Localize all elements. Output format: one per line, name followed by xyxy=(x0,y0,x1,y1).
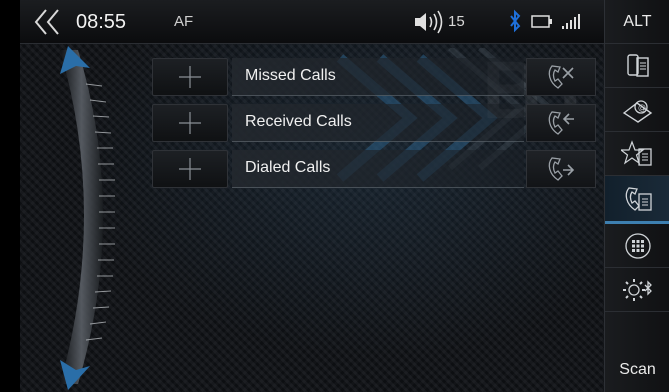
scroll-wheel[interactable] xyxy=(20,44,140,392)
volume-level: 15 xyxy=(448,13,465,30)
received-calls-item[interactable]: Received Calls xyxy=(232,104,524,142)
speaker-icon xyxy=(415,10,443,34)
add-button[interactable] xyxy=(152,104,228,142)
volume-indicator xyxy=(412,0,452,44)
dialed-call-phone-icon xyxy=(548,157,575,181)
sidebar-item-bt-settings[interactable] xyxy=(605,268,669,312)
contacts-book-icon: @ xyxy=(622,99,652,123)
call-lists-icon xyxy=(625,186,652,211)
signal-bars-icon xyxy=(562,14,580,29)
keypad-icon xyxy=(624,232,651,259)
bluetooth-status xyxy=(508,0,522,44)
dialed-calls-item[interactable]: Dialed Calls xyxy=(232,150,524,188)
add-button[interactable] xyxy=(152,58,228,96)
bluetooth-settings-icon xyxy=(622,278,652,301)
add-button[interactable] xyxy=(152,150,228,188)
scan-button[interactable]: Scan xyxy=(605,348,669,392)
missed-calls-icon-button[interactable] xyxy=(526,58,596,96)
alt-button[interactable]: ALT xyxy=(605,0,669,44)
sidebar-item-favorites[interactable] xyxy=(605,132,669,176)
sidebar-item-call-lists[interactable] xyxy=(605,176,669,224)
sidebar-item-keypad[interactable] xyxy=(605,224,669,268)
list-item-label: Dialed Calls xyxy=(245,159,331,176)
signal-status xyxy=(560,0,586,44)
plus-icon xyxy=(179,66,201,88)
svg-text:@: @ xyxy=(638,103,646,112)
list-item-label: Missed Calls xyxy=(245,67,336,84)
back-button[interactable] xyxy=(32,0,66,44)
status-bar: 08:55 AF 15 xyxy=(20,0,604,44)
clock: 08:55 xyxy=(76,11,127,33)
phone-to-device-icon xyxy=(626,53,649,77)
bluetooth-icon xyxy=(510,9,521,33)
battery-icon xyxy=(531,15,552,28)
battery-status xyxy=(530,0,554,44)
list-item-label: Received Calls xyxy=(245,113,352,130)
scan-label: Scan xyxy=(619,361,656,378)
received-calls-icon-button[interactable] xyxy=(526,104,596,142)
plus-icon xyxy=(179,112,201,134)
favorites-star-icon xyxy=(620,139,652,166)
sidebar-item-phone-device[interactable] xyxy=(605,44,669,88)
phone-screen: BT 08:55 AF 15 xyxy=(20,0,669,392)
missed-calls-item[interactable]: Missed Calls xyxy=(232,58,524,96)
received-call-phone-icon xyxy=(548,111,574,135)
af-indicator: AF xyxy=(174,13,194,30)
dialed-calls-icon-button[interactable] xyxy=(526,150,596,188)
alt-label: ALT xyxy=(623,12,652,30)
double-chevron-left-icon xyxy=(34,9,59,35)
right-sidebar: ALT @ Scan xyxy=(604,0,669,392)
sidebar-item-contacts[interactable]: @ xyxy=(605,88,669,132)
missed-call-phone-icon xyxy=(548,65,574,89)
plus-icon xyxy=(179,158,201,180)
